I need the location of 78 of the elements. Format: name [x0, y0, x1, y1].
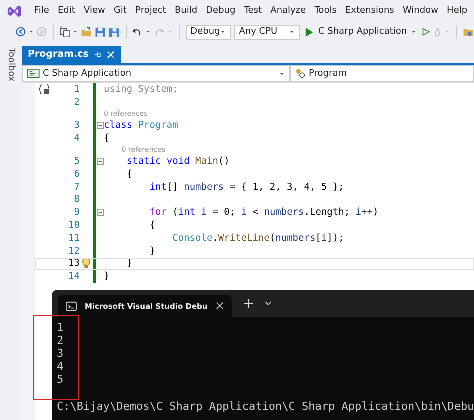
code-line: for (int i = 0; i < numbers.Length; i++)	[148, 207, 379, 218]
code-line: {	[148, 220, 156, 232]
line-number: 9	[74, 207, 80, 218]
play-outline-icon[interactable]	[422, 27, 430, 37]
console-output-line: 2	[57, 334, 65, 347]
lightbulb-icon[interactable]	[82, 258, 91, 270]
collapse-icon[interactable]	[96, 122, 104, 129]
caret-icon	[289, 29, 296, 35]
code-line: class Program	[104, 120, 178, 131]
toolbox-tab[interactable]: Toolbox	[6, 48, 16, 82]
start-button[interactable]: C Sharp Application	[303, 27, 420, 37]
line-number: 1	[74, 84, 80, 95]
code-line: {	[126, 168, 133, 180]
line-number: 13	[68, 258, 80, 270]
collapse-icon[interactable]	[96, 158, 104, 166]
menu-item[interactable]: View	[80, 6, 110, 16]
line-number: 11	[68, 232, 80, 244]
class-icon	[295, 68, 306, 79]
close-icon[interactable]	[216, 302, 224, 310]
caret-icon[interactable]	[73, 29, 78, 35]
configuration-dropdown[interactable]: Debug	[186, 24, 232, 40]
code-line: }	[148, 246, 156, 257]
code-line: }	[126, 258, 133, 270]
menu-item[interactable]: Analyze	[266, 6, 310, 16]
new-project-icon[interactable]	[60, 26, 70, 38]
line-number: 14	[68, 271, 80, 282]
console-path: C:\Bijay\Demos\C Sharp Application\C Sharp Application\bin\Debu	[57, 400, 474, 413]
back-icon[interactable]	[16, 26, 26, 38]
caret-icon[interactable]	[146, 29, 152, 35]
menu-item[interactable]: Project	[131, 6, 171, 16]
caret-icon[interactable]	[28, 29, 34, 35]
caret-icon	[279, 70, 285, 76]
line-number: 5	[74, 156, 80, 168]
menu-item[interactable]: Debug	[202, 6, 240, 16]
document-tab[interactable]: Program.cs	[22, 46, 121, 63]
menu-item[interactable]: Build	[170, 6, 202, 16]
save-icon[interactable]	[95, 26, 106, 38]
caret-icon	[411, 29, 418, 35]
menu-item[interactable]: Git	[110, 6, 132, 16]
menu-item[interactable]: Tools	[310, 6, 342, 16]
caret-icon	[220, 29, 226, 35]
terminal-icon	[66, 300, 77, 312]
menu-item[interactable]: Window	[398, 6, 443, 16]
line-number: 4	[74, 132, 80, 144]
folder-icon[interactable]	[81, 26, 92, 38]
line-number: 7	[74, 182, 80, 193]
code-line: static void Main()	[126, 156, 230, 168]
play-icon	[305, 28, 314, 36]
console-output-line: 4	[57, 360, 65, 373]
menu-item[interactable]: Help	[442, 6, 472, 16]
console-output-line: 3	[57, 347, 65, 360]
menu-item[interactable]: Edit	[54, 6, 80, 16]
line-number: 10	[68, 220, 80, 232]
code-line: int[] numbers = { 1, 2, 3, 4, 5 };	[148, 182, 344, 193]
type-dropdown[interactable]: Program	[290, 65, 474, 82]
platform-dropdown[interactable]: Any CPU	[234, 24, 300, 40]
new-tab-icon[interactable]	[244, 299, 253, 308]
app-logo-icon	[7, 4, 22, 18]
code-line: using System;	[104, 84, 178, 95]
console-output-line: 5	[57, 373, 65, 386]
project-dropdown[interactable]: C Sharp Application	[22, 65, 290, 82]
pin-icon[interactable]	[94, 50, 102, 58]
code-line: Console.WriteLine(numbers[i]);	[172, 232, 344, 244]
project-icon	[27, 69, 40, 78]
console-output-line: 1	[57, 321, 65, 334]
menu-item[interactable]: Test	[240, 6, 266, 16]
line-number: 8	[74, 194, 80, 206]
line-number: 12	[68, 246, 80, 257]
code-line: {	[104, 132, 110, 144]
line-number: 6	[74, 168, 80, 180]
menu-item[interactable]: File	[30, 6, 54, 16]
save-all-icon[interactable]	[108, 26, 120, 38]
chevron-down-icon[interactable]	[264, 300, 272, 307]
line-number: 3	[74, 120, 80, 131]
code-line: }	[104, 271, 110, 282]
collapse-icon[interactable]	[96, 209, 104, 216]
line-number: 2	[74, 96, 80, 108]
menu-item[interactable]: Extensions	[341, 6, 399, 16]
